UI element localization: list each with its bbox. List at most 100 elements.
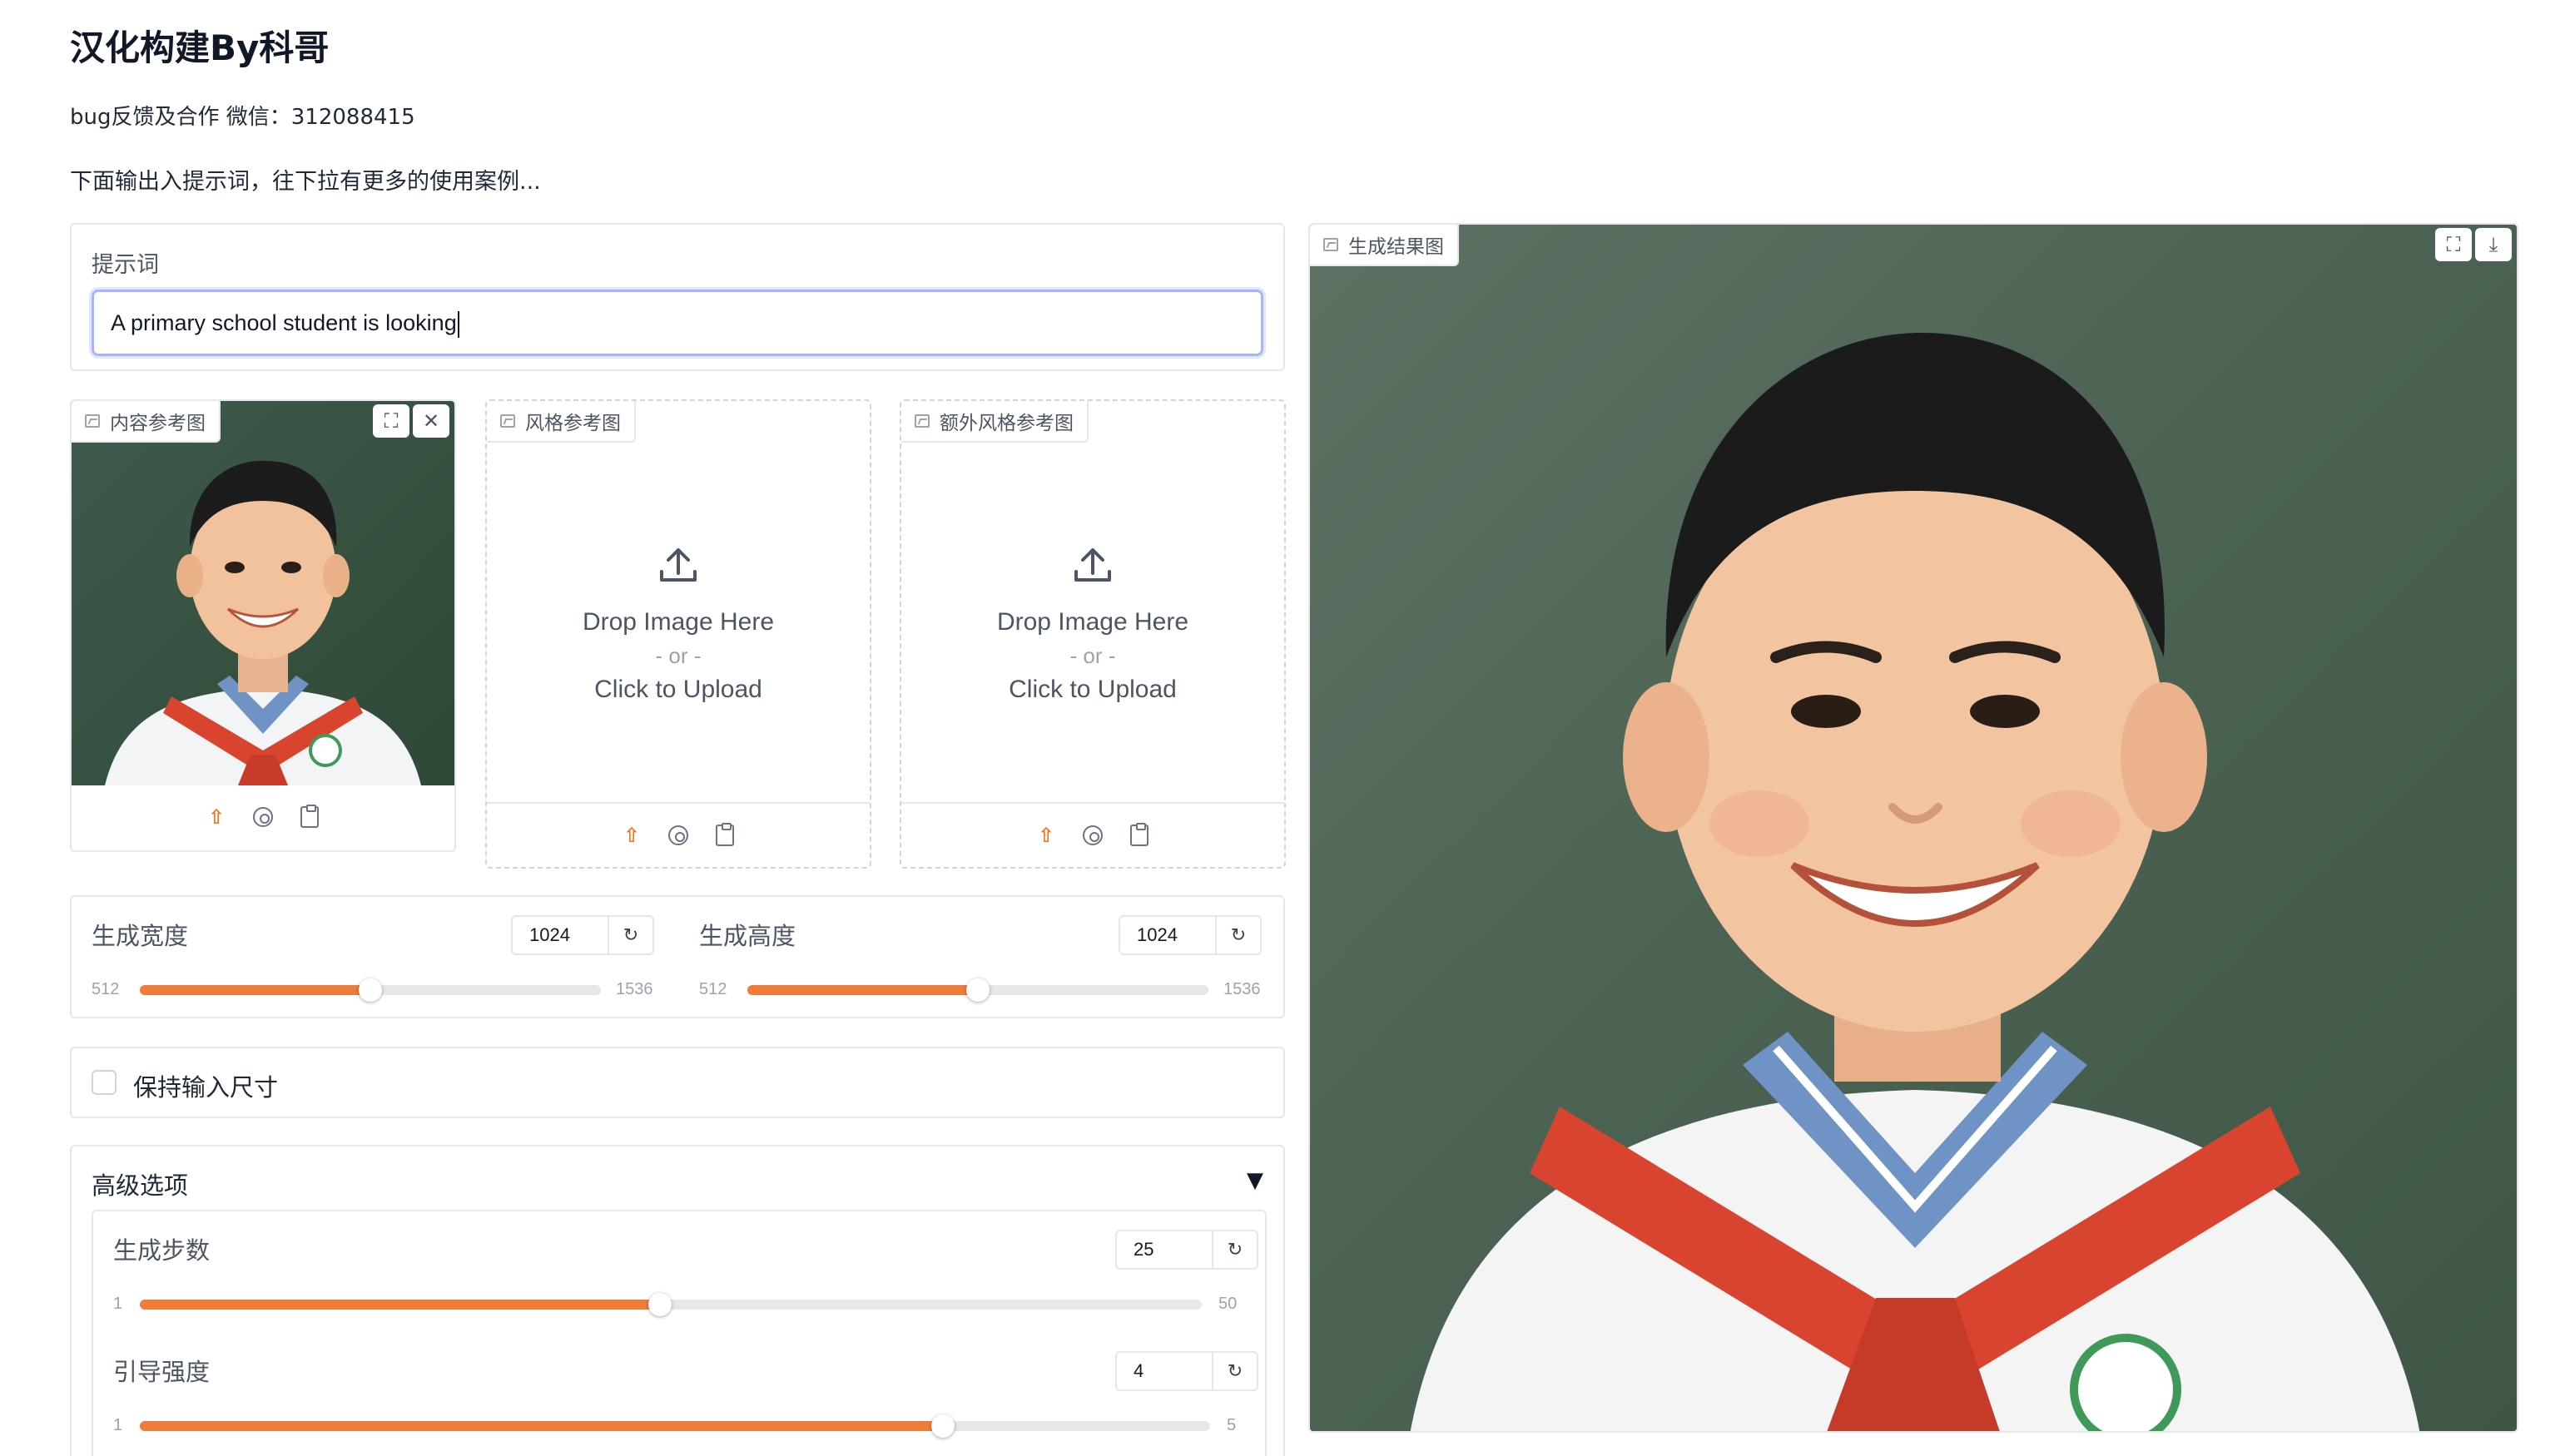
height-max: 1536 <box>1223 980 1261 998</box>
steps-slider-fill <box>140 1300 661 1310</box>
height-slider[interactable] <box>747 978 1208 1002</box>
steps-number-input[interactable]: 25 ↻ <box>1115 1230 1258 1270</box>
width-slider-fill <box>140 985 370 995</box>
style-image-dropzone[interactable]: Drop Image Here - or - Click to Upload <box>487 443 870 804</box>
height-slider-thumb[interactable] <box>966 978 990 1002</box>
extra-style-image-label-tag: 额外风格参考图 <box>901 401 1089 443</box>
download-icon[interactable]: ⤓ <box>2475 228 2512 261</box>
guidance-max: 5 <box>1227 1416 1237 1434</box>
result-image-label: 生成结果图 <box>1348 236 1444 258</box>
upload-icon[interactable]: ⇧ <box>620 824 643 847</box>
result-image <box>1310 225 2517 1431</box>
keep-size-label[interactable]: 保持输入尺寸 <box>133 1068 278 1103</box>
contact-info: bug反馈及合作 微信：312088415 <box>70 105 415 130</box>
guidance-number-input[interactable]: 4 ↻ <box>1115 1351 1258 1391</box>
reset-icon[interactable]: ↻ <box>608 917 652 953</box>
height-slider-fill <box>747 985 978 995</box>
style-image-label: 风格参考图 <box>525 413 621 434</box>
reset-icon[interactable]: ↻ <box>1215 917 1260 953</box>
reset-icon[interactable]: ↻ <box>1212 1353 1257 1389</box>
click-upload-text: Click to Upload <box>1009 675 1177 703</box>
image-icon <box>1323 238 1338 251</box>
extra-style-image-source-bar: ⇧ <box>901 802 1284 867</box>
advanced-options-content: 生成步数 25 ↻ 1 50 引导强度 4 ↻ 1 5 <box>92 1210 1267 1456</box>
content-image-label: 内容参考图 <box>110 413 206 434</box>
steps-max: 50 <box>1218 1295 1238 1313</box>
click-upload-text: Click to Upload <box>594 675 762 703</box>
steps-slider[interactable] <box>140 1293 1202 1316</box>
steps-value: 25 <box>1134 1239 1154 1260</box>
advanced-options-title[interactable]: 高级选项 <box>92 1166 188 1201</box>
clipboard-icon[interactable] <box>1128 823 1151 847</box>
page-title: 汉化构建By科哥 <box>70 27 330 68</box>
steps-slider-thumb[interactable] <box>648 1293 672 1316</box>
image-icon <box>915 414 930 428</box>
steps-min: 1 <box>113 1295 123 1313</box>
guidance-min: 1 <box>113 1416 123 1434</box>
style-image-block: 风格参考图 Drop Image Here - or - Click to Up… <box>485 399 871 869</box>
result-image-actions: ⛶ ⤓ <box>2435 228 2512 261</box>
guidance-label: 引导强度 <box>113 1358 211 1386</box>
content-image-source-bar: ⇧ <box>72 784 454 850</box>
result-image-panel: 生成结果图 ⛶ ⤓ <box>1308 223 2518 1433</box>
reset-icon[interactable]: ↻ <box>1212 1231 1257 1268</box>
height-number-input[interactable]: 1024 ↻ <box>1119 915 1262 955</box>
advanced-options-panel: 高级选项 ▼ 生成步数 25 ↻ 1 50 引导强度 4 ↻ 1 5 <box>70 1145 1285 1456</box>
height-label: 生成高度 <box>699 922 796 950</box>
image-icon <box>85 414 100 428</box>
usage-hint: 下面输出入提示词，往下拉有更多的使用案例... <box>70 169 541 195</box>
upload-icon[interactable]: ⇧ <box>205 805 228 829</box>
width-slider-thumb[interactable] <box>359 978 382 1002</box>
clipboard-icon[interactable] <box>713 823 737 847</box>
size-panel: 生成宽度 1024 ↻ 512 1536 生成高度 1024 ↻ 512 153… <box>70 895 1285 1018</box>
guidance-value: 4 <box>1134 1360 1144 1381</box>
webcam-icon[interactable] <box>251 805 275 829</box>
content-image-actions: ⛶ ✕ <box>373 404 449 438</box>
height-min: 512 <box>699 980 727 998</box>
fullscreen-icon[interactable]: ⛶ <box>2435 228 2472 261</box>
upload-arrow-icon <box>1071 543 1114 597</box>
guidance-slider-group: 引导强度 4 ↻ 1 5 <box>93 1333 1265 1454</box>
prompt-input[interactable]: A primary school student is looking <box>92 290 1263 356</box>
style-image-source-bar: ⇧ <box>487 802 870 867</box>
boy-portrait-large <box>1410 333 2420 1431</box>
drop-image-text: Drop Image Here <box>996 607 1189 636</box>
width-slider[interactable] <box>140 978 601 1002</box>
text-caret <box>457 310 459 338</box>
width-label: 生成宽度 <box>92 922 189 950</box>
result-image-label-tag: 生成结果图 <box>1310 225 1459 266</box>
steps-label: 生成步数 <box>113 1236 211 1265</box>
keep-size-checkbox[interactable] <box>92 1070 117 1095</box>
extra-style-image-dropzone[interactable]: Drop Image Here - or - Click to Upload <box>901 443 1284 804</box>
webcam-icon[interactable] <box>667 824 690 847</box>
guidance-slider-fill <box>140 1421 943 1431</box>
style-image-label-tag: 风格参考图 <box>487 401 636 443</box>
extra-style-image-label: 额外风格参考图 <box>940 413 1074 434</box>
clipboard-icon[interactable] <box>298 805 321 829</box>
content-image-preview <box>72 401 454 785</box>
width-number-input[interactable]: 1024 ↻ <box>511 915 654 955</box>
guidance-slider-thumb[interactable] <box>930 1414 955 1438</box>
prompt-panel: 提示词 A primary school student is looking <box>70 223 1285 371</box>
caret-down-icon[interactable]: ▼ <box>1247 1168 1263 1193</box>
content-image-block: 内容参考图 ⛶ ✕ ⇧ <box>70 399 456 852</box>
guidance-slider[interactable] <box>140 1414 1210 1438</box>
upload-icon[interactable]: ⇧ <box>1034 824 1058 847</box>
prompt-label: 提示词 <box>92 252 159 278</box>
width-min: 512 <box>92 980 120 998</box>
prompt-text: A primary school student is looking <box>111 310 457 335</box>
or-separator: - or - <box>1069 642 1116 668</box>
width-max: 1536 <box>616 980 653 998</box>
upload-arrow-icon <box>657 543 700 597</box>
extra-style-image-block: 额外风格参考图 Drop Image Here - or - Click to … <box>900 399 1286 869</box>
fullscreen-icon[interactable]: ⛶ <box>373 404 409 438</box>
boy-portrait-small <box>105 460 421 785</box>
close-icon[interactable]: ✕ <box>413 404 449 438</box>
width-value: 1024 <box>529 924 570 945</box>
webcam-icon[interactable] <box>1081 824 1104 847</box>
image-icon <box>500 414 515 428</box>
height-value: 1024 <box>1137 924 1178 945</box>
height-slider-group: 生成高度 1024 ↻ 512 1536 <box>679 897 1287 1020</box>
content-image-label-tag: 内容参考图 <box>72 401 221 443</box>
width-slider-group: 生成宽度 1024 ↻ 512 1536 <box>72 897 679 1020</box>
